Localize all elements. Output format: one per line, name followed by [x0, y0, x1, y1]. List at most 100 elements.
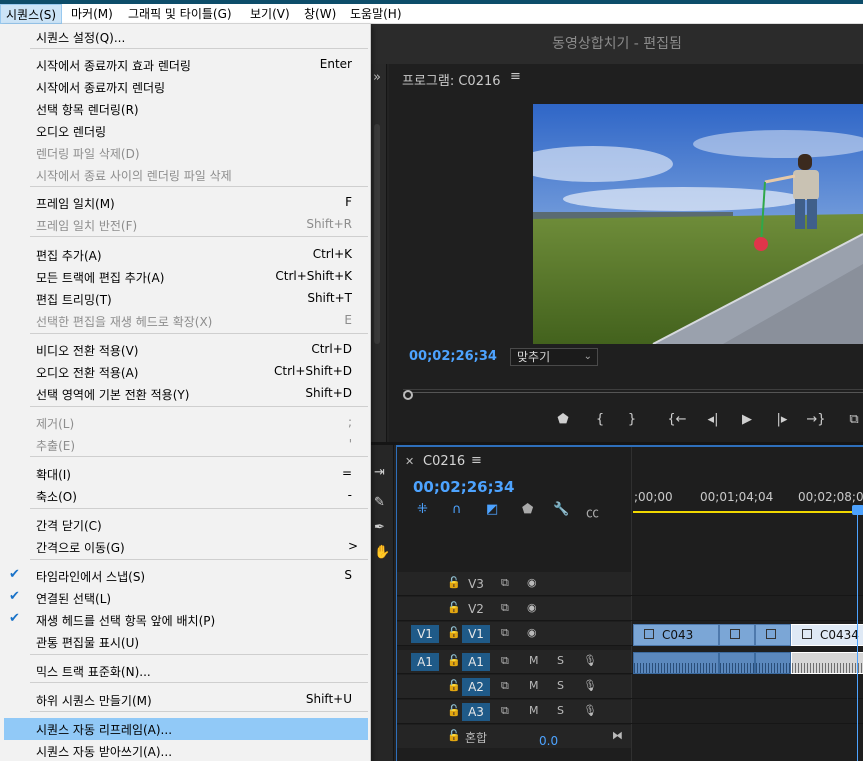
menu-item[interactable]: 확대(I) = [4, 463, 368, 485]
track-target-v2[interactable]: V2 [462, 600, 490, 618]
step-forward-icon[interactable]: |▸ [772, 412, 792, 427]
menu-item[interactable]: 간격 닫기(C) [4, 514, 368, 536]
video-clip[interactable] [755, 624, 791, 646]
sync-lock-icon[interactable]: ⧉ [501, 626, 509, 640]
linked-selection-icon[interactable]: ◩ [486, 502, 498, 517]
microphone-icon[interactable]: 🎙 [583, 679, 597, 692]
timeline-playhead[interactable] [857, 505, 858, 761]
panel-scrollbar[interactable] [374, 124, 380, 344]
menu-graphics[interactable]: 그래픽 및 타이틀(G) [123, 4, 237, 24]
track-target-v1[interactable]: V1 [462, 625, 490, 643]
lock-icon[interactable]: 🔓 [447, 679, 461, 692]
timeline-sequence-tab[interactable]: C0216 [423, 454, 465, 469]
menu-item[interactable]: 선택 항목 렌더링(R) [4, 98, 368, 120]
snap-icon[interactable]: ∩ [452, 502, 462, 517]
lock-icon[interactable]: 🔓 [447, 601, 461, 614]
menu-item[interactable]: 믹스 트랙 표준화(N)... [4, 660, 368, 682]
track-target-a3[interactable]: A3 [462, 703, 490, 721]
playhead-handle[interactable] [852, 505, 863, 515]
menu-item[interactable]: 오디오 렌더링 [4, 120, 368, 142]
playhead-handle[interactable] [403, 390, 413, 400]
sync-lock-icon[interactable]: ⧉ [501, 576, 509, 590]
go-to-in-icon[interactable]: {← [667, 412, 687, 427]
menu-item[interactable]: 시작에서 종료까지 렌더링 [4, 76, 368, 98]
go-to-end-icon[interactable]: ⧓ [612, 729, 623, 742]
panel-menu-icon[interactable]: ≡ [510, 69, 521, 84]
menu-item[interactable]: 비디오 전환 적용(V) Ctrl+D [4, 339, 368, 361]
menu-item[interactable]: 오디오 전환 적용(A) Ctrl+Shift+D [4, 361, 368, 383]
step-back-icon[interactable]: ◂| [703, 412, 723, 427]
microphone-icon[interactable]: 🎙 [583, 704, 597, 717]
sync-lock-icon[interactable]: ⧉ [501, 704, 509, 718]
menu-item[interactable]: ✔ 타임라인에서 스냅(S) S [4, 565, 368, 587]
menu-view[interactable]: 보기(V) [245, 4, 295, 24]
solo-button[interactable]: S [557, 679, 564, 692]
in-point-icon[interactable]: { [590, 412, 610, 427]
microphone-icon[interactable]: 🎙 [583, 654, 597, 667]
eye-icon[interactable]: ◉ [527, 626, 537, 639]
marker-icon[interactable]: ⬟ [553, 412, 573, 427]
solo-button[interactable]: S [557, 654, 564, 667]
timeline-timecode[interactable]: 00;02;26;34 [413, 478, 515, 496]
program-timecode[interactable]: 00;02;26;34 [409, 349, 497, 364]
menu-item[interactable]: 프레임 일치(M) F [4, 192, 368, 214]
lock-icon[interactable]: 🔓 [447, 729, 461, 742]
ripple-edit-icon[interactable]: ⇥ [374, 465, 385, 480]
video-clip[interactable] [719, 624, 755, 646]
lock-icon[interactable]: 🔓 [447, 654, 461, 667]
menu-item[interactable]: 모든 트랙에 편집 추가(A) Ctrl+Shift+K [4, 266, 368, 288]
track-target-v3[interactable]: V3 [462, 575, 490, 593]
source-patch-v1[interactable]: V1 [411, 625, 439, 643]
menu-item[interactable]: 선택 영역에 기본 전환 적용(Y) Shift+D [4, 383, 368, 405]
program-time-ruler[interactable] [403, 380, 863, 390]
lock-icon[interactable]: 🔓 [447, 576, 461, 589]
menu-item[interactable]: 편집 트리밍(T) Shift+T [4, 288, 368, 310]
lock-icon[interactable]: 🔓 [447, 626, 461, 639]
captions-icon[interactable]: ㏄ [586, 502, 599, 521]
close-icon[interactable]: ✕ [405, 455, 414, 468]
menu-item[interactable]: 시작에서 종료까지 효과 렌더링 Enter [4, 54, 368, 76]
panel-menu-icon[interactable]: ≡ [471, 453, 482, 468]
menu-item[interactable]: 편집 추가(A) Ctrl+K [4, 244, 368, 266]
menu-item[interactable]: 간격으로 이동(G) > [4, 536, 368, 558]
play-icon[interactable]: ▶ [737, 412, 757, 427]
track-target-a2[interactable]: A2 [462, 678, 490, 696]
track-target-a1[interactable]: A1 [462, 653, 490, 671]
panel-overflow-icon[interactable]: » [373, 70, 381, 85]
audio-clip[interactable] [719, 652, 755, 674]
solo-button[interactable]: S [557, 704, 564, 717]
menu-item[interactable]: 관통 편집물 표시(U) [4, 631, 368, 653]
add-marker-icon[interactable]: ⬟ [522, 502, 533, 517]
sync-lock-icon[interactable]: ⧉ [501, 601, 509, 615]
menu-item[interactable]: ✔ 연결된 선택(L) [4, 587, 368, 609]
video-clip-selected[interactable]: C0434 M [791, 624, 863, 646]
menu-item[interactable]: 축소(O) - [4, 485, 368, 507]
program-monitor-title[interactable]: 프로그램: C0216 [402, 70, 501, 89]
razor-icon[interactable]: ✎ [374, 495, 385, 510]
audio-clip[interactable] [755, 652, 791, 674]
insert-icon[interactable]: ⧉ [844, 412, 863, 427]
menu-sequence[interactable]: 시퀀스(S) [0, 4, 63, 24]
menu-item[interactable]: 시퀀스 자동 받아쓰기(A)... [4, 740, 368, 761]
menu-item[interactable]: 시퀀스 설정(Q)... [4, 26, 368, 48]
eye-icon[interactable]: ◉ [527, 576, 537, 589]
lock-icon[interactable]: 🔓 [447, 704, 461, 717]
mute-button[interactable]: M [529, 679, 539, 692]
menu-item[interactable]: ✔ 재생 헤드를 선택 항목 앞에 배치(P) [4, 609, 368, 631]
menu-marker[interactable]: 마커(M) [66, 4, 118, 24]
wrench-icon[interactable]: 🔧 [553, 502, 569, 517]
video-clip[interactable]: C043 [633, 624, 719, 646]
eye-icon[interactable]: ◉ [527, 601, 537, 614]
hand-icon[interactable]: ✋ [374, 545, 390, 560]
menu-item[interactable]: 하위 시퀀스 만들기(M) Shift+U [4, 689, 368, 711]
nest-icon[interactable]: ⁜ [417, 502, 428, 517]
sync-lock-icon[interactable]: ⧉ [501, 679, 509, 693]
go-to-out-icon[interactable]: →} [806, 412, 826, 427]
program-scrub-bar[interactable] [403, 392, 863, 393]
source-patch-a1[interactable]: A1 [411, 653, 439, 671]
menu-window[interactable]: 창(W) [299, 4, 341, 24]
fit-dropdown[interactable]: 맞추기 ⌄ [510, 348, 598, 366]
out-point-icon[interactable]: } [622, 412, 642, 427]
mute-button[interactable]: M [529, 654, 539, 667]
menu-item[interactable]: 시퀀스 자동 리프레임(A)... [4, 718, 368, 740]
